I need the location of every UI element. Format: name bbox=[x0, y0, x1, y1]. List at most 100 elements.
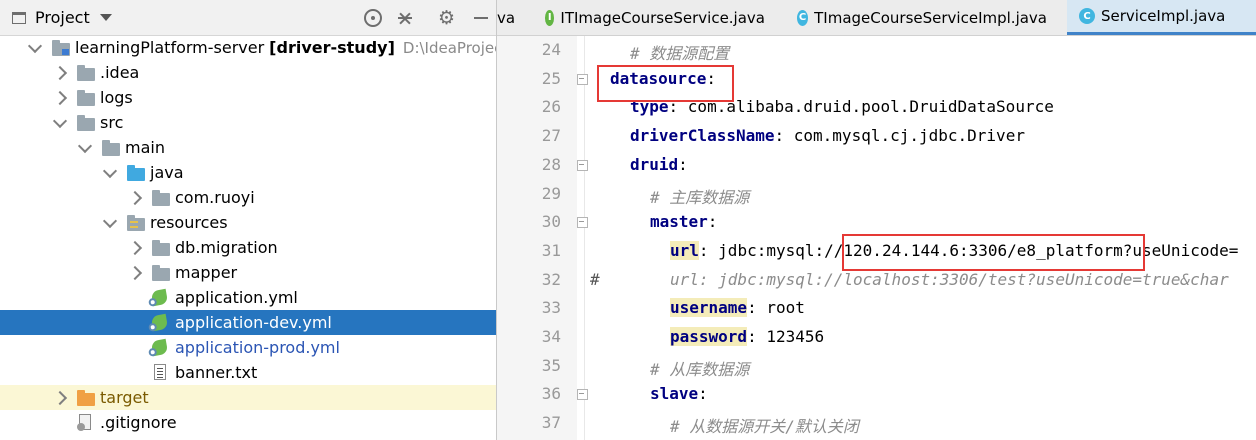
chevron-right-icon[interactable] bbox=[127, 240, 143, 256]
excluded-folder-icon bbox=[77, 390, 95, 406]
code-line[interactable]: 28 druid: bbox=[497, 151, 1256, 180]
tree-item-logs[interactable]: logs bbox=[0, 85, 496, 110]
tree-item-application-yml[interactable]: application.yml bbox=[0, 285, 496, 310]
chevron-down-icon[interactable] bbox=[52, 113, 68, 129]
project-title: Project bbox=[35, 8, 90, 27]
project-window-icon bbox=[12, 11, 26, 24]
folder-icon bbox=[152, 240, 170, 256]
editor-tab-va[interactable]: va bbox=[497, 0, 515, 35]
editor-tab-serviceimpl-java[interactable]: C ServiceImpl.java bbox=[1067, 0, 1256, 35]
tree-item-label: src bbox=[100, 113, 124, 132]
tree-item-resources[interactable]: resources bbox=[0, 210, 496, 235]
yaml-value: : bbox=[698, 384, 708, 404]
chevron-right-icon[interactable] bbox=[127, 265, 143, 281]
tree-item-label: application-dev.yml bbox=[175, 313, 332, 332]
yaml-key: druid bbox=[630, 154, 679, 174]
chevron-right-icon[interactable] bbox=[52, 65, 68, 81]
tree-item-java[interactable]: java bbox=[0, 160, 496, 185]
code-line[interactable]: 35 # 从库数据源 bbox=[497, 352, 1256, 381]
yaml-key: url bbox=[670, 240, 699, 260]
line-number: 27 bbox=[541, 126, 561, 146]
tree-item-label: learningPlatform-server [driver-study] D:\… bbox=[75, 37, 496, 58]
folder-icon bbox=[77, 65, 95, 81]
chevron-right-icon[interactable] bbox=[52, 90, 68, 106]
tree-item-db-migration[interactable]: db.migration bbox=[0, 235, 496, 260]
tree-item-mapper[interactable]: mapper bbox=[0, 260, 496, 285]
code-line[interactable]: 33 username: root bbox=[497, 294, 1256, 323]
tree-item-com-ruoyi[interactable]: com.ruoyi bbox=[0, 185, 496, 210]
code-line[interactable]: 34 password: 123456 bbox=[497, 323, 1256, 352]
project-panel: Project ⚙ learningPlatform-server [driver… bbox=[0, 0, 496, 440]
hide-panel-icon[interactable] bbox=[474, 0, 488, 35]
fold-toggle-icon[interactable] bbox=[577, 389, 588, 401]
yaml-value: : bbox=[678, 154, 688, 174]
editor-tab-label: TImageCourseServiceImpl.java bbox=[814, 8, 1047, 27]
yaml-comment: # 数据源配置 bbox=[630, 44, 730, 63]
chevron-down-icon[interactable] bbox=[27, 38, 43, 54]
line-number: 26 bbox=[541, 97, 561, 117]
tree-item-learningplatform-server[interactable]: learningPlatform-server [driver-study] D:\… bbox=[0, 35, 496, 60]
tree-item-idea[interactable]: .idea bbox=[0, 60, 496, 85]
tree-item-application-dev-yml[interactable]: application-dev.yml bbox=[0, 310, 496, 335]
comment-marker: # bbox=[590, 269, 600, 289]
code-line[interactable]: 29 # 主库数据源 bbox=[497, 180, 1256, 209]
tree-item-banner-txt[interactable]: banner.txt bbox=[0, 360, 496, 385]
fold-toggle-icon[interactable] bbox=[577, 73, 588, 85]
tree-item-src[interactable]: src bbox=[0, 110, 496, 135]
line-number: 36 bbox=[541, 384, 561, 404]
tree-item-label: logs bbox=[100, 88, 133, 107]
editor-tab-itimagecourseservice-java[interactable]: I ITImageCourseService.java bbox=[533, 0, 765, 35]
editor-tab-label: va bbox=[497, 8, 516, 27]
collapse-all-icon[interactable] bbox=[398, 0, 412, 35]
code-line[interactable]: 30 master: bbox=[497, 208, 1256, 237]
interface-file-icon: I bbox=[545, 9, 555, 26]
tree-item-target[interactable]: target bbox=[0, 385, 496, 410]
tree-item-gitignore[interactable]: .gitignore bbox=[0, 410, 496, 435]
editor-tab-label: ITImageCourseService.java bbox=[560, 8, 765, 27]
fold-toggle-icon[interactable] bbox=[577, 159, 588, 171]
line-number: 29 bbox=[541, 183, 561, 203]
code-text: # 主库数据源 bbox=[650, 184, 749, 208]
line-number: 32 bbox=[541, 269, 561, 289]
code-text: url: jdbc:mysql://localhost:3306/test?us… bbox=[670, 270, 1229, 289]
project-view-selector[interactable]: Project bbox=[12, 0, 112, 35]
yaml-file-icon bbox=[148, 313, 169, 332]
yaml-file-icon bbox=[148, 288, 169, 307]
folder-icon bbox=[77, 115, 95, 131]
code-text: # 数据源配置 bbox=[630, 40, 729, 64]
fold-toggle-icon[interactable] bbox=[577, 217, 588, 229]
line-number: 34 bbox=[541, 327, 561, 346]
line-number: 31 bbox=[541, 240, 561, 260]
code-text: # 从库数据源 bbox=[650, 356, 749, 380]
tree-item-main[interactable]: main bbox=[0, 135, 496, 160]
gear-icon[interactable]: ⚙ bbox=[438, 0, 455, 35]
code-line[interactable]: 37 # 从数据源开关/默认关闭 bbox=[497, 409, 1256, 438]
tree-item-label: main bbox=[125, 138, 165, 157]
tree-item-label: application-prod.yml bbox=[175, 338, 340, 357]
chevron-right-icon[interactable] bbox=[127, 190, 143, 206]
git-branch-label: [driver-study] bbox=[269, 38, 395, 57]
project-toolbar: Project ⚙ bbox=[0, 0, 496, 36]
code-text: driverClassName: com.mysql.cj.jdbc.Drive… bbox=[630, 126, 1025, 145]
tree-item-label: .gitignore bbox=[100, 413, 177, 432]
editor-tab-label: ServiceImpl.java bbox=[1101, 7, 1226, 25]
code-line[interactable]: 24 # 数据源配置 bbox=[497, 36, 1256, 65]
code-line[interactable]: 36 slave: bbox=[497, 380, 1256, 409]
code-line[interactable]: 27 driverClassName: com.mysql.cj.jdbc.Dri… bbox=[497, 122, 1256, 151]
chevron-right-icon[interactable] bbox=[52, 390, 68, 406]
yaml-comment: # 主库数据源 bbox=[650, 187, 750, 207]
target-icon[interactable] bbox=[364, 0, 382, 35]
code-text: password: 123456 bbox=[670, 327, 824, 346]
chevron-down-icon[interactable] bbox=[102, 213, 118, 229]
tree-item-application-prod-yml[interactable]: application-prod.yml bbox=[0, 335, 496, 360]
yaml-key: username bbox=[670, 298, 748, 318]
datasource-highlight-box bbox=[597, 65, 734, 102]
text-file-icon bbox=[154, 364, 166, 380]
source-folder-icon bbox=[127, 165, 145, 181]
line-number: 33 bbox=[541, 298, 561, 318]
module-path: D:\IdeaProjects\xmjdt bbox=[402, 39, 496, 57]
editor-tab-timagecourseserviceimpl-java[interactable]: C TImageCourseServiceImpl.java bbox=[785, 0, 1047, 35]
yaml-comment: # 从数据源开关/默认关闭 bbox=[670, 417, 859, 437]
chevron-down-icon[interactable] bbox=[102, 163, 118, 179]
chevron-down-icon[interactable] bbox=[77, 138, 93, 154]
